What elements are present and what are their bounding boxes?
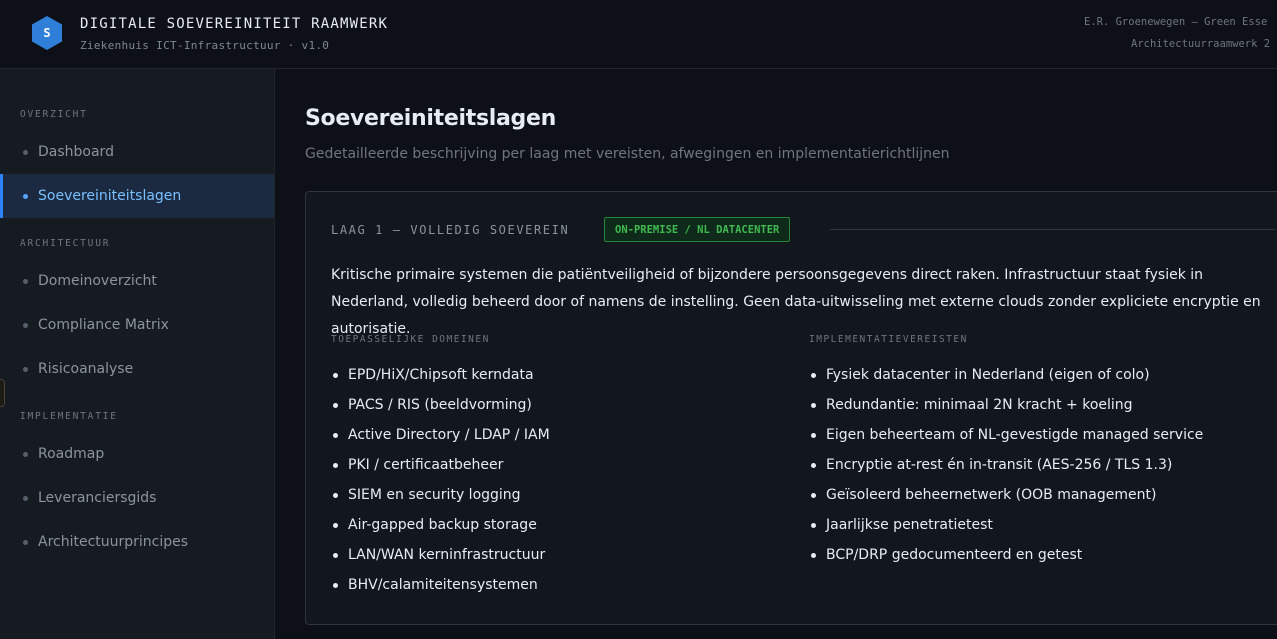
- sidebar-item-domeinoverzicht[interactable]: Domeinoverzicht: [0, 259, 274, 303]
- page-subtitle: Gedetailleerde beschrijving per laag met…: [305, 146, 950, 162]
- bullet-icon: [333, 492, 338, 498]
- bullet-icon: [333, 582, 338, 588]
- app-subtitle: Ziekenhuis ICT-Infrastructuur · v1.0: [80, 39, 330, 52]
- list-item-label: SIEM en security logging: [348, 487, 521, 503]
- list-item: BHV/calamiteitensystemen: [331, 570, 550, 600]
- list-item: Redundantie: minimaal 2N kracht + koelin…: [809, 390, 1203, 420]
- status-badge: ON-PREMISE / NL DATACENTER: [604, 217, 791, 242]
- sidebar-item-risicoanalyse[interactable]: Risicoanalyse: [0, 347, 274, 391]
- bullet-icon: [333, 462, 338, 468]
- list-item-label: Redundantie: minimaal 2N kracht + koelin…: [826, 397, 1133, 413]
- bullet-icon: [23, 193, 28, 199]
- nav-section-overzicht: OVERZICHT: [20, 109, 88, 120]
- list-item-label: BCP/DRP gedocumenteerd en getest: [826, 547, 1083, 563]
- list-item-label: Encryptie at-rest én in-transit (AES-256…: [826, 457, 1173, 473]
- domains-list: EPD/HiX/Chipsoft kerndata PACS / RIS (be…: [331, 360, 550, 600]
- bullet-icon: [811, 492, 816, 498]
- list-item: PACS / RIS (beeldvorming): [331, 390, 550, 420]
- sidebar-item-label: Roadmap: [38, 446, 105, 462]
- list-item: Encryptie at-rest én in-transit (AES-256…: [809, 450, 1203, 480]
- logo-letter: S: [43, 26, 51, 40]
- list-item: SIEM en security logging: [331, 480, 550, 510]
- sidebar-item-label: Leveranciersgids: [38, 490, 157, 506]
- bullet-icon: [23, 149, 28, 155]
- sidebar-item-label: Soevereiniteitslagen: [38, 188, 182, 204]
- bullet-icon: [23, 322, 28, 328]
- list-item-label: Geïsoleerd beheernetwerk (OOB management…: [826, 487, 1157, 503]
- list-item: Fysiek datacenter in Nederland (eigen of…: [809, 360, 1203, 390]
- bullet-icon: [811, 432, 816, 438]
- bullet-icon: [23, 278, 28, 284]
- layer-card: LAAG 1 — VOLLEDIG SOEVEREIN ON-PREMISE /…: [305, 191, 1277, 625]
- list-item-label: BHV/calamiteitensystemen: [348, 577, 538, 593]
- list-item-label: PACS / RIS (beeldvorming): [348, 397, 532, 413]
- list-item-label: PKI / certificaatbeheer: [348, 457, 504, 473]
- list-item: Jaarlijkse penetratietest: [809, 510, 1203, 540]
- nav-section-implementatie: IMPLEMENTATIE: [20, 411, 118, 422]
- layer-description: Kritische primaire systemen die patiëntv…: [331, 267, 1261, 337]
- sidebar-item-label: Dashboard: [38, 144, 114, 160]
- sidebar-item-label: Compliance Matrix: [38, 317, 169, 333]
- bullet-icon: [23, 495, 28, 501]
- sidebar: OVERZICHT Dashboard Soevereiniteitslagen…: [0, 69, 275, 639]
- list-item: Active Directory / LDAP / IAM: [331, 420, 550, 450]
- list-item-label: Air-gapped backup storage: [348, 517, 537, 533]
- list-item-label: Fysiek datacenter in Nederland (eigen of…: [826, 367, 1150, 383]
- bullet-icon: [811, 402, 816, 408]
- main-content: Soevereiniteitslagen Gedetailleerde besc…: [275, 69, 1277, 639]
- author-line: E.R. Groenewegen — Green Esse: [1084, 16, 1268, 28]
- app-logo[interactable]: S: [29, 15, 65, 51]
- list-item: PKI / certificaatbeheer: [331, 450, 550, 480]
- bullet-icon: [333, 402, 338, 408]
- bullet-icon: [23, 366, 28, 372]
- bullet-icon: [811, 372, 816, 378]
- sidebar-collapse-handle[interactable]: [0, 379, 5, 407]
- nav-section-architectuur: ARCHITECTUUR: [20, 238, 111, 249]
- sidebar-item-label: Architectuurprincipes: [38, 534, 189, 550]
- document-line: Architectuurraamwerk 2: [1131, 38, 1271, 50]
- layer-label: LAAG 1 — VOLLEDIG SOEVEREIN: [331, 223, 570, 237]
- bullet-icon: [333, 522, 338, 528]
- app-header: S DIGITALE SOEVEREINITEIT RAAMWERK Zieke…: [0, 0, 1277, 69]
- bullet-icon: [811, 462, 816, 468]
- list-item: BCP/DRP gedocumenteerd en getest: [809, 540, 1203, 570]
- sidebar-item-dashboard[interactable]: Dashboard: [0, 130, 274, 174]
- sidebar-item-label: Risicoanalyse: [38, 361, 134, 377]
- bullet-icon: [23, 451, 28, 457]
- bullet-icon: [23, 539, 28, 545]
- sidebar-item-label: Domeinoverzicht: [38, 273, 157, 289]
- sidebar-item-architectuurprincipes[interactable]: Architectuurprincipes: [0, 520, 274, 564]
- bullet-icon: [811, 552, 816, 558]
- page-title: Soevereiniteitslagen: [305, 106, 556, 131]
- list-item-label: EPD/HiX/Chipsoft kerndata: [348, 367, 534, 383]
- app-title: DIGITALE SOEVEREINITEIT RAAMWERK: [80, 16, 389, 32]
- sidebar-item-roadmap[interactable]: Roadmap: [0, 432, 274, 476]
- sidebar-item-compliance-matrix[interactable]: Compliance Matrix: [0, 303, 274, 347]
- sidebar-item-leveranciersgids[interactable]: Leveranciersgids: [0, 476, 274, 520]
- list-item: LAN/WAN kerninfrastructuur: [331, 540, 550, 570]
- list-item-label: LAN/WAN kerninfrastructuur: [348, 547, 546, 563]
- list-item: EPD/HiX/Chipsoft kerndata: [331, 360, 550, 390]
- requirements-list: Fysiek datacenter in Nederland (eigen of…: [809, 360, 1203, 570]
- bullet-icon: [333, 372, 338, 378]
- sidebar-item-soevereiniteitslagen[interactable]: Soevereiniteitslagen: [0, 174, 274, 218]
- bullet-icon: [811, 522, 816, 528]
- divider: [830, 229, 1275, 230]
- list-item: Geïsoleerd beheernetwerk (OOB management…: [809, 480, 1203, 510]
- list-item-label: Eigen beheerteam of NL-gevestigde manage…: [826, 427, 1204, 443]
- list-item-label: Active Directory / LDAP / IAM: [348, 427, 550, 443]
- bullet-icon: [333, 552, 338, 558]
- list-item-label: Jaarlijkse penetratietest: [826, 517, 993, 533]
- list-item: Eigen beheerteam of NL-gevestigde manage…: [809, 420, 1203, 450]
- list-item: Air-gapped backup storage: [331, 510, 550, 540]
- bullet-icon: [333, 432, 338, 438]
- domains-heading: TOEPASSELIJKE DOMEINEN: [331, 334, 490, 345]
- requirements-heading: IMPLEMENTATIEVEREISTEN: [809, 334, 968, 345]
- header-meta: E.R. Groenewegen — Green Esse Architectu…: [1084, 16, 1277, 56]
